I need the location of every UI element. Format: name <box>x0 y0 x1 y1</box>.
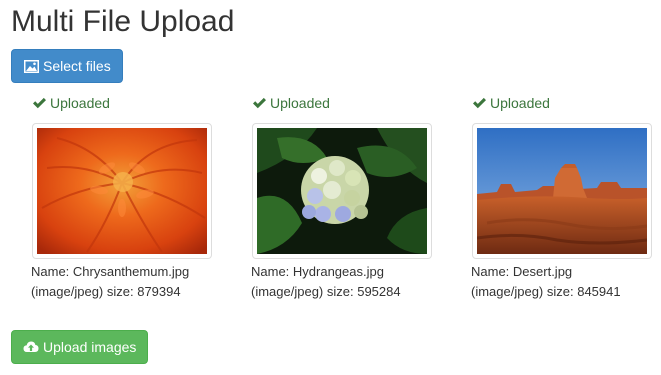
desert-image <box>477 128 647 254</box>
upload-status-label: Uploaded <box>490 95 550 111</box>
file-type-size: (image/jpeg) size: 879394 <box>31 284 181 299</box>
check-icon <box>32 96 47 110</box>
file-thumbnail <box>472 123 652 259</box>
file-name: Name: Chrysanthemum.jpg <box>31 264 190 279</box>
file-info: Name: Hydrangeas.jpg (image/jpeg) size: … <box>251 262 401 302</box>
picture-icon <box>23 58 39 74</box>
hydrangeas-image <box>257 128 427 254</box>
upload-images-label: Upload images <box>43 339 137 355</box>
file-type-size: (image/jpeg) size: 595284 <box>251 284 401 299</box>
check-icon <box>472 96 487 110</box>
cloud-upload-icon <box>23 339 39 355</box>
file-thumbnail <box>32 123 212 259</box>
upload-status: Uploaded <box>252 95 452 111</box>
file-info: Name: Chrysanthemum.jpg (image/jpeg) siz… <box>31 262 189 302</box>
file-card: Uploaded Name: Hydrangeas.jpg (image/jpe… <box>251 95 452 299</box>
upload-images-button[interactable]: Upload images <box>11 330 148 364</box>
file-name: Name: Hydrangeas.jpg <box>251 264 384 279</box>
select-files-button[interactable]: Select files <box>11 49 123 83</box>
file-card: Uploaded Name: Desert.jpg (image/jpeg) s… <box>471 95 661 299</box>
upload-status: Uploaded <box>32 95 232 111</box>
file-type-size: (image/jpeg) size: 845941 <box>471 284 621 299</box>
file-info: Name: Desert.jpg (image/jpeg) size: 8459… <box>471 262 621 302</box>
file-name: Name: Desert.jpg <box>471 264 573 279</box>
upload-status-label: Uploaded <box>50 95 110 111</box>
check-icon <box>252 96 267 110</box>
page-title: Multi File Upload <box>11 5 235 38</box>
file-thumbnail <box>252 123 432 259</box>
select-files-label: Select files <box>43 58 111 74</box>
chrysanthemum-image <box>37 128 207 254</box>
file-card: Uploaded Name: Chrysanthemum.jpg (image/… <box>31 95 232 299</box>
upload-status: Uploaded <box>472 95 661 111</box>
upload-status-label: Uploaded <box>270 95 330 111</box>
